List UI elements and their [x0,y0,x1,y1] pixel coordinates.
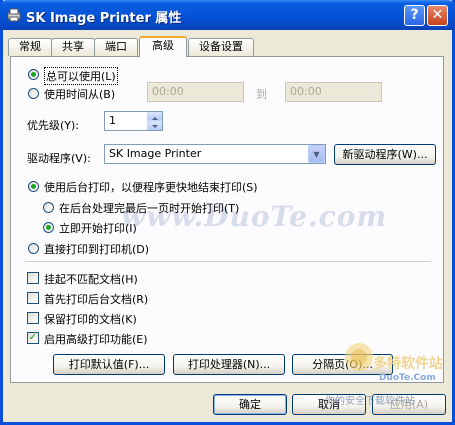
footer-watermark: 你的安全下载软件站 [325,396,415,407]
available-from-label: 使用时间从(B) [44,88,116,101]
to-label: 到 [256,88,267,101]
advanced-panel: www.DuoTe.com 总可以使用(L) 使用时间从(B) 00:00 到 … [10,56,444,383]
logo-url: DuoTe.Com [379,373,436,383]
start-after-last-page-radio[interactable] [43,202,54,213]
close-button[interactable]: ✕ [427,5,448,26]
priority-label: 优先级(Y): [27,119,80,132]
keep-printed-label: 保留打印的文档(K) [44,313,137,326]
to-time-value: 00:00 [290,85,322,98]
title-bar[interactable]: SK Image Printer 属性 ? ✕ [0,0,455,30]
printer-icon [7,8,21,22]
enable-advanced-checkbox[interactable]: ✓ [27,332,39,344]
divider [25,261,431,262]
tab-ports[interactable]: 端口 [94,38,138,56]
printing-defaults-button[interactable]: 打印默认值(F)... [53,354,165,375]
hold-mismatched-checkbox[interactable] [27,272,39,284]
checkmark-icon: ✓ [28,332,38,343]
tab-sharing[interactable]: 共享 [51,38,95,56]
close-icon: ✕ [431,7,444,23]
print-spooled-first-checkbox[interactable] [27,292,39,304]
logo-badge-icon [345,343,373,371]
start-after-last-page-label: 在后台处理完最后一页时开始打印(T) [59,202,240,215]
from-time-value: 00:00 [152,85,184,98]
ok-button[interactable]: 确定 [213,394,287,415]
new-driver-button[interactable]: 新驱动程序(W)... [334,144,436,165]
print-spooled-first-label: 首先打印后台文档(R) [44,293,149,306]
window-title: SK Image Printer 属性 [26,11,182,26]
enable-advanced-label: 启用高级打印功能(E) [44,333,148,346]
driver-value: SK Image Printer [109,147,202,160]
priority-up-button[interactable] [147,112,162,121]
driver-dropdown-button[interactable]: ▼ [308,145,325,163]
to-time-field: 00:00 [285,82,382,102]
print-processor-button[interactable]: 打印处理器(N)... [173,354,285,375]
print-direct-radio[interactable] [28,243,39,254]
hold-mismatched-label: 挂起不匹配文档(H) [44,273,138,286]
always-available-radio[interactable] [28,69,39,80]
priority-value: 1 [109,114,116,127]
spool-radio[interactable] [28,181,39,192]
keep-printed-checkbox[interactable] [27,312,39,324]
print-direct-label: 直接打印到打印机(D) [44,243,150,256]
spool-label: 使用后台打印，以便程序更快地结束打印(S) [44,181,258,194]
properties-window: SK Image Printer 属性 ? ✕ 常规 共享 端口 高级 设备设置… [0,0,455,425]
priority-down-button[interactable] [147,121,162,130]
driver-label: 驱动程序(V): [27,152,91,165]
arrow-down-icon [152,125,158,128]
start-immediately-label: 立即开始打印(I) [59,222,137,235]
available-from-radio[interactable] [28,88,39,99]
driver-select[interactable]: SK Image Printer [104,144,326,164]
tab-general[interactable]: 常规 [8,38,52,56]
always-available-label: 总可以使用(L) [44,67,118,85]
chevron-down-icon: ▼ [313,150,320,159]
question-icon: ? [410,7,419,23]
tab-advanced[interactable]: 高级 [139,36,187,57]
start-immediately-radio[interactable] [43,222,54,233]
from-time-field: 00:00 [147,82,244,102]
tab-device-settings[interactable]: 设备设置 [188,38,254,56]
help-button[interactable]: ? [404,5,425,26]
logo-text: 多特软件站 [373,356,443,372]
